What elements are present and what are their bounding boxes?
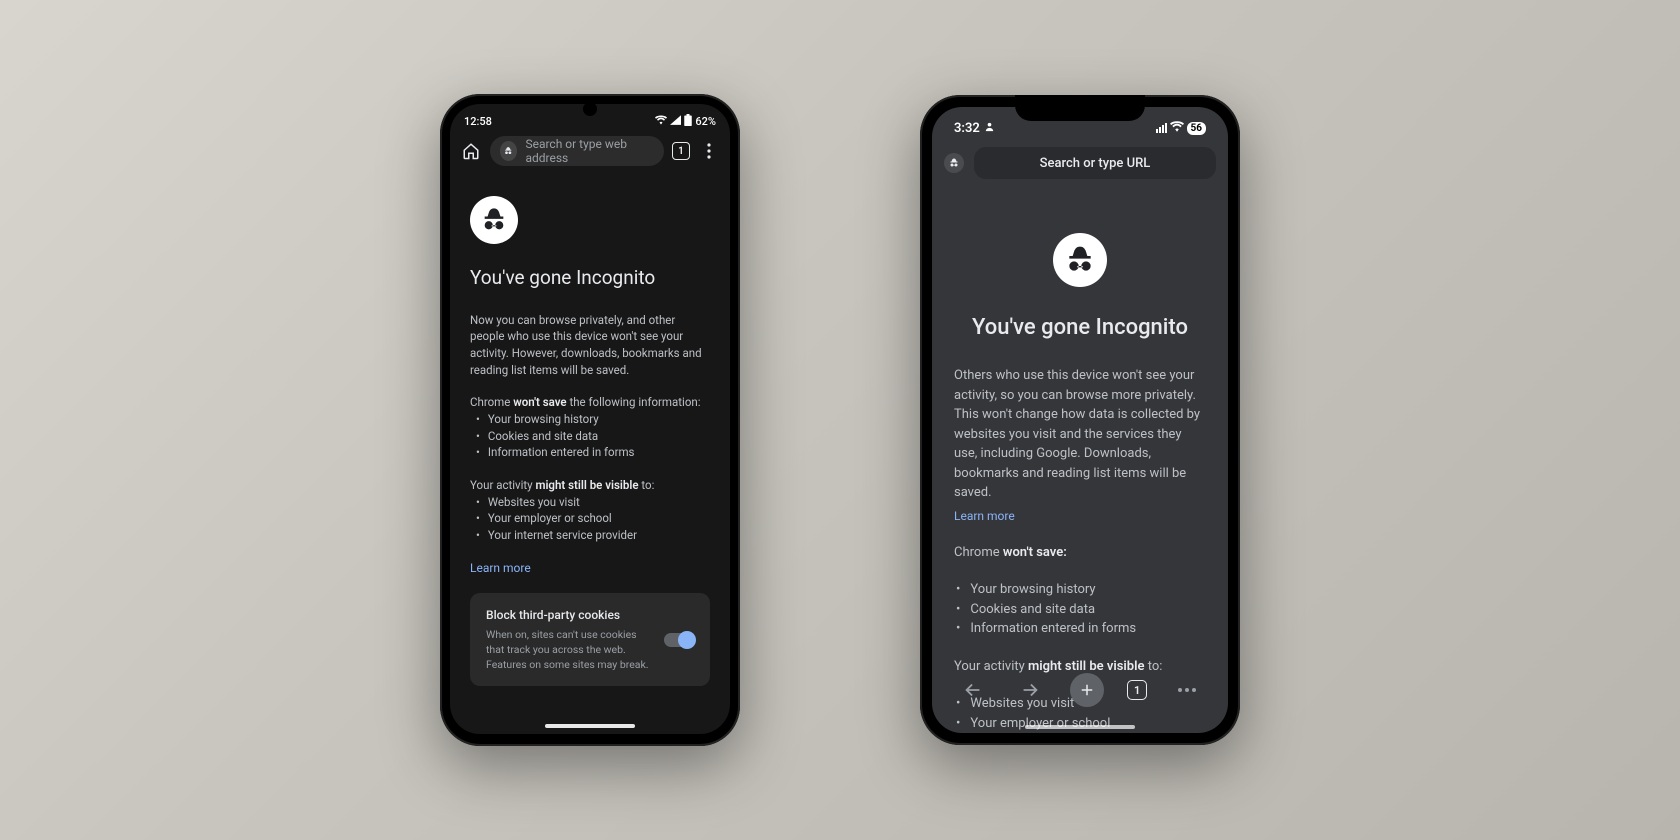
battery-pill: 56 <box>1187 122 1206 135</box>
incognito-hero-icon <box>470 196 518 244</box>
cookie-desc: When on, sites can't use cookies that tr… <box>486 628 652 672</box>
omnibox[interactable]: Search or type web address <box>490 136 664 166</box>
page-title: You've gone Incognito <box>470 264 710 292</box>
list-item: Your browsing history <box>474 411 710 428</box>
omnibox-placeholder: Search or type web address <box>525 137 654 165</box>
forward-button[interactable] <box>1013 673 1047 707</box>
wont-save-list: Your browsing history Cookies and site d… <box>470 411 710 461</box>
home-button[interactable] <box>460 140 482 162</box>
android-content: You've gone Incognito Now you can browse… <box>450 174 730 702</box>
page-title: You've gone Incognito <box>972 311 1188 344</box>
ios-toolbar: Search or type URL <box>932 143 1228 189</box>
tab-count: 1 <box>1134 684 1140 697</box>
intro-text: Others who use this device won't see you… <box>954 368 1200 500</box>
cellular-icon <box>1156 123 1167 133</box>
learn-more-link[interactable]: Learn more <box>954 507 1206 525</box>
list-item: Information entered in forms <box>474 444 710 461</box>
incognito-hero-icon <box>1053 233 1107 287</box>
android-screen: 12:58 62% Sea <box>450 104 730 734</box>
wont-save-section: Chrome won't save: <box>954 543 1206 563</box>
omnibox[interactable]: Search or type URL <box>974 147 1216 179</box>
tab-switcher[interactable]: 1 <box>672 142 690 160</box>
list-item: Your browsing history <box>954 580 1206 600</box>
home-indicator[interactable] <box>1025 725 1135 729</box>
omnibox-placeholder: Search or type URL <box>1040 156 1151 171</box>
home-indicator[interactable] <box>545 724 635 728</box>
android-phone: 12:58 62% Sea <box>440 94 740 746</box>
overflow-menu-button[interactable] <box>1170 673 1204 707</box>
incognito-icon <box>500 141 517 161</box>
ios-screen: 3:32 56 Search or type URL <box>932 107 1228 733</box>
list-item: Cookies and site data <box>954 600 1206 620</box>
back-button[interactable] <box>956 673 990 707</box>
overflow-menu-button[interactable] <box>698 140 720 162</box>
might-visible-section: Your activity might still be visible to:… <box>470 477 710 544</box>
learn-more-link[interactable]: Learn more <box>470 561 531 575</box>
ios-phone: 3:32 56 Search or type URL <box>920 95 1240 745</box>
battery-icon <box>684 114 692 129</box>
ios-bottombar: 1 <box>932 665 1228 721</box>
tab-count: 1 <box>678 146 684 157</box>
wont-save-list: Your browsing history Cookies and site d… <box>954 580 1206 639</box>
status-time: 3:32 <box>954 121 980 136</box>
camera-punch <box>583 102 597 116</box>
status-time: 12:58 <box>464 115 492 128</box>
ios-content: You've gone Incognito Others who use thi… <box>932 189 1228 733</box>
incognito-icon[interactable] <box>944 153 964 173</box>
profile-icon <box>984 121 995 136</box>
cookie-card: Block third-party cookies When on, sites… <box>470 593 710 686</box>
intro-text: Now you can browse privately, and other … <box>470 312 710 379</box>
wifi-icon <box>1170 121 1184 136</box>
wifi-icon <box>655 115 667 128</box>
signal-icon <box>670 115 681 128</box>
list-item: Information entered in forms <box>954 619 1206 639</box>
battery-pct: 62% <box>695 115 716 128</box>
android-toolbar: Search or type web address 1 <box>450 132 730 174</box>
wont-save-section: Chrome won't save the following informat… <box>470 394 710 461</box>
cookie-toggle[interactable] <box>664 633 694 647</box>
new-tab-button[interactable] <box>1070 673 1104 707</box>
tab-switcher[interactable]: 1 <box>1127 680 1147 700</box>
status-right: 62% <box>655 114 716 129</box>
list-item: Cookies and site data <box>474 428 710 445</box>
notch <box>1015 95 1145 121</box>
list-item: Websites you visit <box>474 494 710 511</box>
list-item: Your internet service provider <box>474 527 710 544</box>
might-visible-list: Websites you visit Your employer or scho… <box>470 494 710 544</box>
intro-block: Others who use this device won't see you… <box>954 366 1206 525</box>
list-item: Your employer or school <box>474 510 710 527</box>
cookie-title: Block third-party cookies <box>486 607 652 624</box>
